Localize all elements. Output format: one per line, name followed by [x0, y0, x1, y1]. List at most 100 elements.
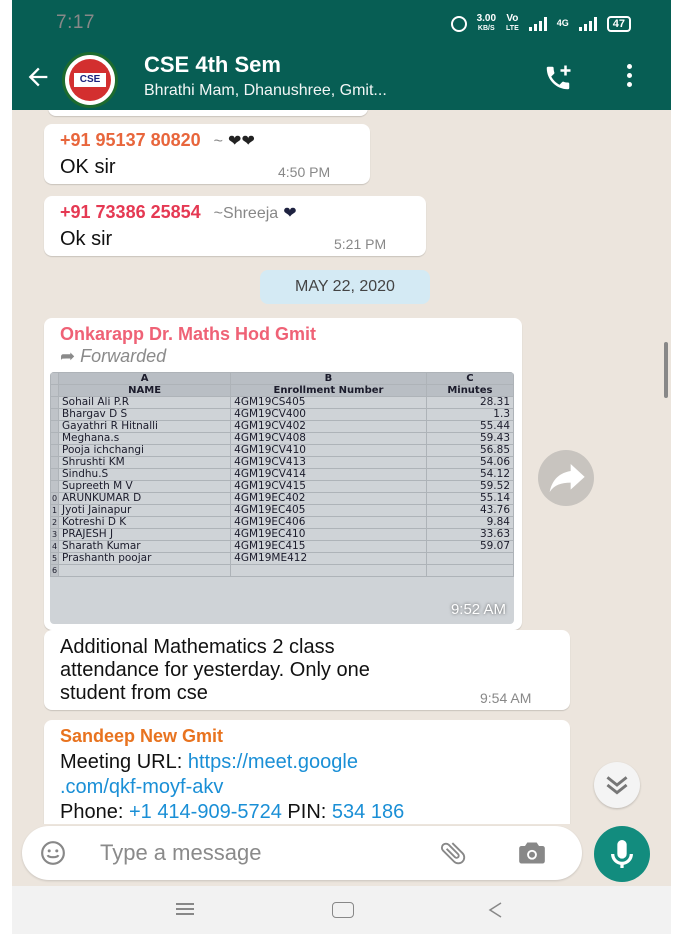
camera-icon[interactable]	[518, 840, 546, 866]
sheet-cell	[57, 564, 232, 577]
sheet-cell: PRAJESH J	[57, 528, 232, 541]
sheet-cell	[425, 552, 514, 565]
battery-indicator: 47	[606, 15, 631, 32]
attendance-sheet-image[interactable]: A B C NAME Enrollment Number Minutes Soh…	[50, 372, 514, 624]
sheet-cell: Shrushti KM	[57, 456, 232, 469]
status-icons: 3.00 KB/S Vo LTE 4G 47	[450, 14, 631, 33]
back-arrow-icon[interactable]	[24, 63, 52, 91]
column-letter-row: A B C	[50, 372, 514, 385]
sheet-cell: 54.12	[425, 468, 514, 481]
sheet-cell: 5	[50, 552, 59, 565]
sheet-row: 2 Kotreshi D K 4GM19EC406 9.84	[50, 516, 514, 529]
image-time: 9:52 AM	[450, 601, 506, 618]
sheet-cell: 4	[50, 540, 59, 553]
nav-back-icon[interactable]	[486, 900, 506, 920]
header-row: NAME Enrollment Number Minutes	[50, 384, 514, 397]
sheet-cell: 4GM19EC402	[230, 492, 427, 505]
sheet-row: 6	[50, 564, 514, 577]
meeting-url-label: Meeting URL:	[60, 751, 188, 773]
sheet-cell: 4GM19EC410	[230, 528, 427, 541]
net-speed-value: 3.00	[476, 13, 497, 24]
forwarded-text: Forwarded	[80, 346, 167, 366]
sender-note: ~	[213, 133, 224, 150]
app-frame: 7:17 3.00 KB/S Vo LTE 4G 47 CSE CSE 4th …	[12, 0, 671, 934]
message-bubble[interactable]: Sandeep New Gmit Meeting URL: https://me…	[44, 720, 570, 824]
message-text: Additional Mathematics 2 class attendanc…	[60, 636, 370, 705]
add-call-icon[interactable]	[543, 63, 573, 93]
sheet-row: Meghana.s 4GM19CV408 59.43	[50, 432, 514, 445]
volte-bottom: LTE	[506, 25, 519, 32]
pin-link[interactable]: 534 186	[332, 801, 404, 823]
partial-message-bubble	[48, 110, 368, 116]
sender-phone: +91 73386 25854	[60, 202, 201, 222]
message-line: .com/qkf-moyf-akv	[60, 775, 404, 800]
sheet-cell: 59.07	[425, 540, 514, 553]
sheet-cell: 54.06	[425, 456, 514, 469]
sheet-row: 1 Jyoti Jainapur 4GM19EC405 43.76	[50, 504, 514, 517]
sheet-cell: 4GM19CV414	[230, 468, 427, 481]
col-letter: B	[230, 372, 427, 385]
header-name: NAME	[57, 384, 232, 397]
recents-icon[interactable]	[176, 903, 194, 915]
scrollbar-thumb[interactable]	[664, 342, 668, 398]
mic-icon	[611, 840, 633, 868]
sheet-row: 0 ARUNKUMAR D 4GM19EC402 55.14	[50, 492, 514, 505]
message-bubble[interactable]: +91 73386 25854 ~Shreeja ❤ Ok sir 5:21 P…	[44, 196, 426, 256]
sheet-cell: 59.52	[425, 480, 514, 493]
net-speed: 3.00 KB/S	[477, 14, 496, 33]
forward-button[interactable]	[538, 450, 594, 506]
sheet-cell: Pooja ichchangi	[57, 444, 232, 457]
message-list[interactable]: +91 95137 80820 ~ ❤❤ OK sir 4:50 PM +91 …	[12, 110, 671, 824]
sheet-cell: 28.31	[425, 396, 514, 409]
sheet-cell: Sohail Ali P.R	[57, 396, 232, 409]
sheet-row: Gayathri R Hitnalli 4GM19CV402 55.44	[50, 420, 514, 433]
chat-subtitle[interactable]: Bhrathi Mam, Dhanushree, Gmit...	[144, 82, 387, 100]
meeting-url-link-cont[interactable]: .com/qkf-moyf-akv	[60, 776, 223, 798]
sheet-cell: 4GM19CV410	[230, 444, 427, 457]
message-text: Ok sir	[60, 228, 113, 250]
sheet-cell: 4GM19CV408	[230, 432, 427, 445]
chat-title[interactable]: CSE 4th Sem	[144, 52, 281, 78]
message-sender: Onkarapp Dr. Maths Hod Gmit	[60, 324, 317, 344]
sender-note: ~Shreeja	[213, 205, 279, 222]
sheet-cell: Meghana.s	[57, 432, 232, 445]
message-text: OK sir	[60, 156, 116, 178]
sheet-cell: 4GM19CS405	[230, 396, 427, 409]
heart-icon: ❤	[283, 205, 297, 222]
sheet-row: Sohail Ali P.R 4GM19CS405 28.31	[50, 396, 514, 409]
overflow-menu-icon[interactable]	[625, 64, 633, 92]
sheet-cell	[50, 432, 59, 445]
message-bubble[interactable]: Additional Mathematics 2 class attendanc…	[44, 630, 570, 710]
scroll-to-bottom-button[interactable]	[594, 762, 640, 808]
sheet-cell: 59.43	[425, 432, 514, 445]
sheet-cell: 33.63	[425, 528, 514, 541]
header-enrollment: Enrollment Number	[230, 384, 427, 397]
home-icon[interactable]	[332, 902, 354, 918]
message-bubble[interactable]: +91 95137 80820 ~ ❤❤ OK sir 4:50 PM	[44, 124, 370, 184]
sheet-cell: 55.14	[425, 492, 514, 505]
sheet-cell: 55.44	[425, 420, 514, 433]
double-chevron-down-icon	[606, 776, 628, 795]
message-sender: Sandeep New Gmit	[60, 726, 224, 746]
sheet-row: Pooja ichchangi 4GM19CV410 56.85	[50, 444, 514, 457]
sheet-cell: 3	[50, 528, 59, 541]
forwarded-label: ➦ Forwarded	[60, 346, 166, 367]
status-time: 7:17	[56, 12, 95, 33]
group-avatar[interactable]: CSE	[62, 52, 118, 108]
meeting-url-link[interactable]: https://meet.google	[188, 751, 358, 773]
sheet-cell: 9.84	[425, 516, 514, 529]
sheet-cell	[230, 564, 427, 577]
message-line: attendance for yesterday. Only one	[60, 659, 370, 681]
sheet-cell: 1	[50, 504, 59, 517]
phone-link[interactable]: +1 414-909-5724	[129, 801, 282, 823]
message-input-bar	[22, 826, 582, 880]
sheet-cell: 56.85	[425, 444, 514, 457]
message-input[interactable]	[100, 838, 400, 868]
chat-header: CSE CSE 4th Sem Bhrathi Mam, Dhanushree,…	[12, 44, 671, 110]
emoji-icon[interactable]	[40, 840, 66, 866]
message-sender: +91 95137 80820 ~ ❤❤	[60, 130, 255, 151]
sheet-cell	[50, 408, 59, 421]
sheet-row: Supreeth M V 4GM19CV415 59.52	[50, 480, 514, 493]
attach-icon[interactable]	[438, 838, 468, 868]
mic-button[interactable]	[594, 826, 650, 882]
